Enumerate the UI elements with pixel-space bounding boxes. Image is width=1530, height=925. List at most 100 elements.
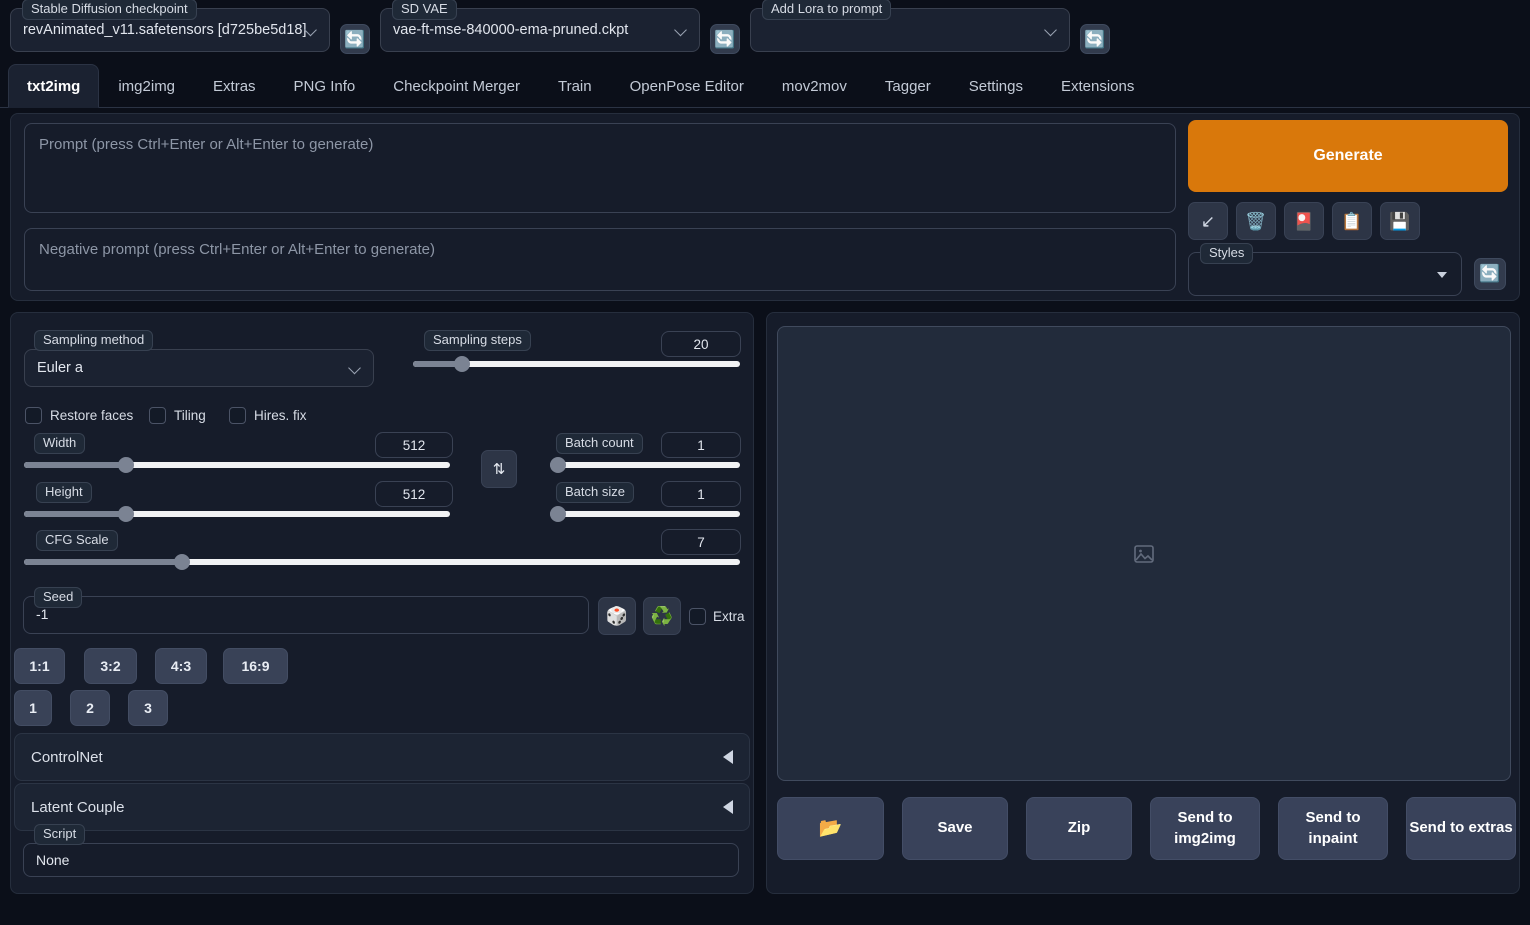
send-to-inpaint-button[interactable]: Send to inpaint — [1278, 797, 1388, 860]
refresh-icon: 🔄 — [344, 29, 366, 49]
save-button[interactable]: Save — [902, 797, 1008, 860]
width-slider[interactable] — [24, 457, 450, 473]
tab-png-info[interactable]: PNG Info — [275, 64, 375, 107]
swap-dimensions-button[interactable]: ⇅ — [481, 450, 517, 488]
slider-thumb[interactable] — [454, 356, 470, 372]
count-button-1[interactable]: 1 — [14, 690, 52, 726]
dice-icon: 🎲 — [605, 605, 629, 626]
ratio-button-1-1[interactable]: 1:1 — [14, 648, 65, 684]
height-value[interactable]: 512 — [375, 481, 453, 507]
height-slider[interactable] — [24, 506, 450, 522]
floppy-disk-icon: 💾 — [1389, 211, 1411, 231]
clipboard-icon: 📋 — [1341, 211, 1363, 231]
batch-size-label: Batch size — [556, 482, 634, 503]
open-folder-button[interactable]: 📂 — [777, 797, 884, 860]
send-to-extras-button[interactable]: Send to extras — [1406, 797, 1516, 860]
cfg-scale-value[interactable]: 7 — [661, 529, 741, 555]
accordion-controlnet[interactable]: ControlNet — [14, 733, 750, 781]
ratio-button-16-9[interactable]: 16:9 — [223, 648, 288, 684]
webui-root: Stable Diffusion checkpoint revAnimated_… — [0, 0, 1530, 925]
slider-thumb[interactable] — [118, 457, 134, 473]
tab-settings[interactable]: Settings — [950, 64, 1042, 107]
extra-networks-button[interactable]: 🎴 — [1284, 202, 1324, 240]
seed-input[interactable]: -1 — [23, 596, 589, 634]
lora-refresh-button[interactable]: 🔄 — [1080, 24, 1110, 54]
output-button-row: 📂 Save Zip Send to img2img Send to inpai… — [777, 797, 1516, 860]
negative-prompt-input[interactable]: Negative prompt (press Ctrl+Enter or Alt… — [24, 228, 1176, 291]
clear-prompt-button[interactable]: 🗑️ — [1236, 202, 1276, 240]
generate-button[interactable]: Generate — [1188, 120, 1508, 192]
slider-fill — [24, 462, 126, 468]
triangle-left-icon — [723, 800, 733, 814]
vae-refresh-button[interactable]: 🔄 — [710, 24, 740, 54]
script-dropdown[interactable]: None — [23, 843, 739, 877]
slider-thumb[interactable] — [118, 506, 134, 522]
extra-seed-label: Extra — [713, 609, 745, 624]
random-seed-button[interactable]: 🎲 — [598, 597, 636, 635]
zip-button[interactable]: Zip — [1026, 797, 1132, 860]
slider-thumb[interactable] — [550, 506, 566, 522]
tab-txt2img[interactable]: txt2img — [8, 64, 100, 108]
checkpoint-refresh-button[interactable]: 🔄 — [340, 24, 370, 54]
sampling-method-value: Euler a — [37, 360, 83, 376]
batch-size-slider[interactable] — [550, 506, 740, 522]
slider-thumb[interactable] — [550, 457, 566, 473]
count-button-3[interactable]: 3 — [128, 690, 168, 726]
width-value[interactable]: 512 — [375, 432, 453, 458]
restore-faces-checkbox[interactable] — [25, 407, 42, 424]
image-placeholder-icon — [1134, 544, 1154, 563]
tab-mov2mov[interactable]: mov2mov — [763, 64, 866, 107]
accordion-controlnet-label: ControlNet — [31, 748, 103, 766]
tab-openpose-editor[interactable]: OpenPose Editor — [611, 64, 763, 107]
script-label: Script — [34, 824, 86, 845]
card-icon: 🎴 — [1293, 211, 1315, 231]
vae-field: SD VAE vae-ft-mse-840000-ema-pruned.ckpt — [380, 0, 700, 52]
ratio-button-3-2[interactable]: 3:2 — [84, 648, 137, 684]
output-gallery[interactable] — [777, 326, 1511, 781]
sampling-steps-slider[interactable] — [413, 356, 740, 372]
refresh-icon: 🔄 — [1084, 29, 1106, 49]
tab-tagger[interactable]: Tagger — [866, 64, 950, 107]
batch-size-value[interactable]: 1 — [661, 481, 741, 507]
styles-refresh-button[interactable]: 🔄 — [1474, 258, 1506, 290]
tab-checkpoint-merger[interactable]: Checkpoint Merger — [374, 64, 539, 107]
tab-bar: txt2img img2img Extras PNG Info Checkpoi… — [0, 64, 1530, 108]
apply-style-button[interactable]: 📋 — [1332, 202, 1372, 240]
prompt-input[interactable]: Prompt (press Ctrl+Enter or Alt+Enter to… — [24, 123, 1176, 213]
checkpoint-field: Stable Diffusion checkpoint revAnimated_… — [10, 0, 330, 52]
tab-train[interactable]: Train — [539, 64, 611, 107]
lora-label: Add Lora to prompt — [762, 0, 892, 20]
count-button-2[interactable]: 2 — [70, 690, 110, 726]
tiling-checkbox[interactable] — [149, 407, 166, 424]
sampling-method-dropdown[interactable]: Euler a — [24, 349, 374, 387]
hires-fix-checkbox[interactable] — [229, 407, 246, 424]
tab-extras[interactable]: Extras — [194, 64, 275, 107]
chevron-down-icon — [676, 25, 687, 36]
batch-count-slider[interactable] — [550, 457, 740, 473]
chevron-down-icon — [306, 25, 317, 36]
ratio-button-4-3[interactable]: 4:3 — [155, 648, 207, 684]
save-style-button[interactable]: 💾 — [1380, 202, 1420, 240]
swap-arrows-icon: ⇅ — [492, 461, 506, 478]
slider-thumb[interactable] — [174, 554, 190, 570]
cfg-scale-slider[interactable] — [24, 554, 740, 570]
vae-label: SD VAE — [392, 0, 457, 20]
chevron-down-icon — [350, 363, 361, 374]
extra-seed-checkbox[interactable] — [689, 608, 706, 625]
restore-progress-icon-button[interactable]: ↙ — [1188, 202, 1228, 240]
refresh-icon: 🔄 — [1479, 264, 1501, 283]
tab-extensions[interactable]: Extensions — [1042, 64, 1153, 107]
script-value: None — [36, 852, 70, 868]
send-to-img2img-button[interactable]: Send to img2img — [1150, 797, 1260, 860]
batch-count-value[interactable]: 1 — [661, 432, 741, 458]
triangle-left-icon — [723, 750, 733, 764]
accordion-latent-couple[interactable]: Latent Couple — [14, 783, 750, 831]
height-label: Height — [36, 482, 92, 503]
sampling-steps-value[interactable]: 20 — [661, 331, 741, 357]
reuse-seed-button[interactable]: ♻️ — [643, 597, 681, 635]
tab-img2img[interactable]: img2img — [99, 64, 194, 107]
styles-field: Styles — [1188, 243, 1462, 296]
hires-fix-label: Hires. fix — [254, 408, 307, 423]
prompt-tool-row: ↙ 🗑️ 🎴 📋 💾 — [1188, 202, 1420, 240]
checkpoint-label: Stable Diffusion checkpoint — [22, 0, 197, 20]
